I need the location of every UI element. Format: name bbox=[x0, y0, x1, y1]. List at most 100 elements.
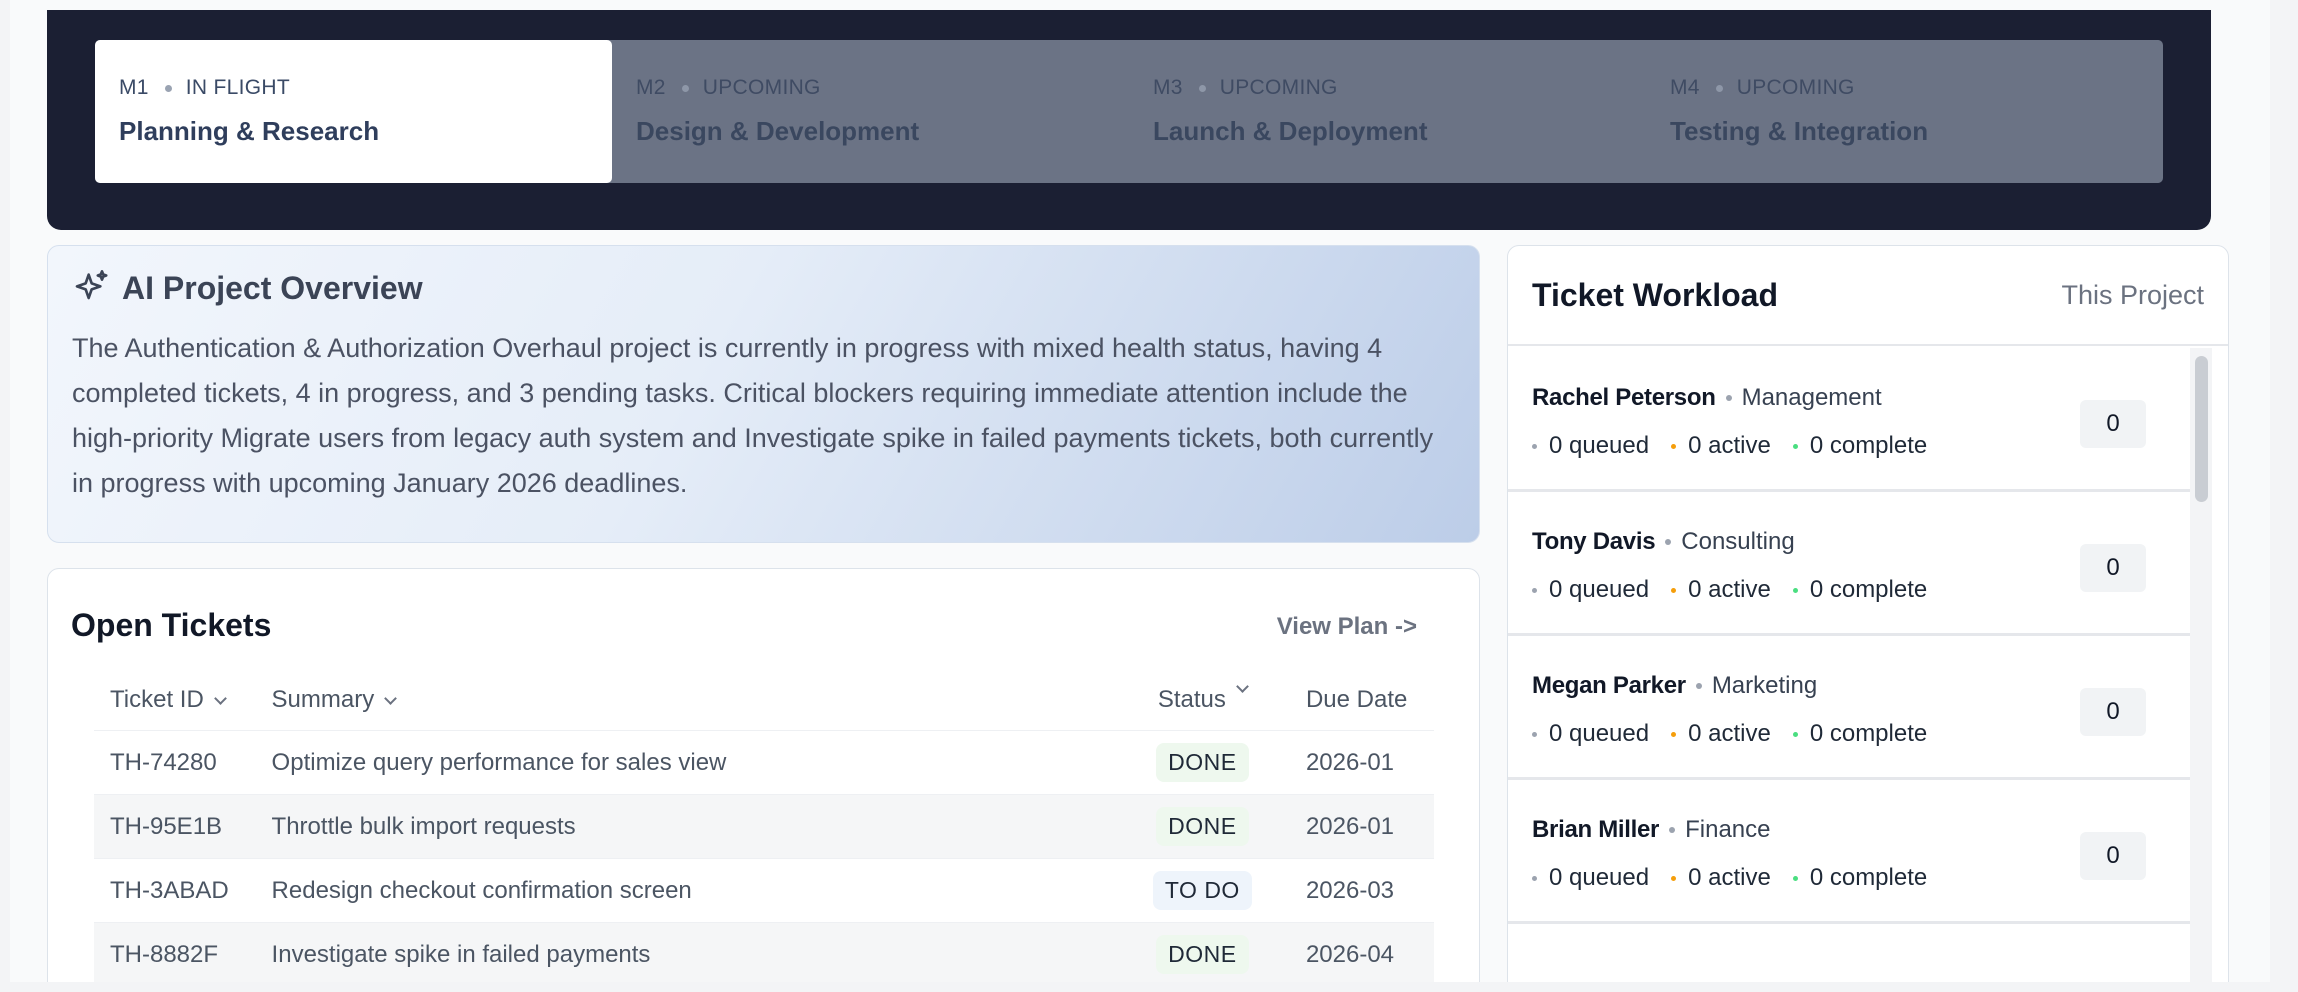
status-badge: DONE bbox=[1156, 743, 1249, 782]
person-department: Finance bbox=[1685, 816, 1771, 843]
stat-label: 0 complete bbox=[1809, 576, 1928, 603]
milestone-tab-m1[interactable]: M1 IN FLIGHT Planning & Research bbox=[95, 40, 612, 183]
person-header: Rachel Peterson Management bbox=[1532, 384, 2166, 412]
column-label: Due Date bbox=[1305, 685, 1408, 713]
list-item[interactable]: Megan Parker Marketing 0 queued 0 active… bbox=[1508, 636, 2190, 780]
ticket-id: TH-8882F bbox=[110, 940, 219, 968]
person-stats: 0 queued 0 active 0 complete bbox=[1532, 720, 2166, 748]
ticket-count-badge: 0 bbox=[2080, 544, 2146, 592]
ticket-due-date: 2026-01 bbox=[1305, 748, 1395, 776]
table-header-row: Ticket ID Summary Status Due Date bbox=[94, 669, 1434, 731]
chevron-down-icon bbox=[1236, 679, 1249, 693]
milestone-title: Design & Development bbox=[636, 116, 920, 146]
separator-dot bbox=[1198, 84, 1206, 92]
view-plan-link[interactable]: View Plan -> bbox=[1277, 613, 1417, 641]
table-row[interactable]: TH-74280 Optimize query performance for … bbox=[94, 731, 1434, 795]
column-label: Ticket ID bbox=[110, 685, 204, 713]
list-item[interactable]: Brian Miller Finance 0 queued 0 active 0… bbox=[1508, 780, 2190, 924]
table-row[interactable]: TH-95E1B Throttle bulk import requests D… bbox=[94, 795, 1434, 859]
milestone-banner: M1 IN FLIGHT Planning & Research M2 UPCO… bbox=[47, 10, 2211, 230]
separator-dot bbox=[1715, 84, 1723, 92]
column-header-summary[interactable]: Summary bbox=[272, 686, 1109, 714]
open-tickets-title: Open Tickets bbox=[71, 607, 272, 643]
status-cell: TO DO bbox=[1109, 871, 1296, 910]
ai-overview-title: AI Project Overview bbox=[122, 269, 423, 306]
ticket-due-date: 2026-04 bbox=[1305, 940, 1395, 968]
person-header: Megan Parker Marketing bbox=[1532, 672, 2166, 700]
tickets-table: Ticket ID Summary Status Due Date TH-742… bbox=[94, 669, 1434, 982]
ticket-count-badge: 0 bbox=[2080, 832, 2146, 880]
queued-stat: 0 queued bbox=[1532, 432, 1649, 460]
ai-overview-header: AI Project Overview bbox=[72, 268, 1455, 308]
active-stat: 0 active bbox=[1671, 432, 1771, 460]
separator-dot bbox=[1669, 827, 1676, 833]
app-frame: M1 IN FLIGHT Planning & Research M2 UPCO… bbox=[10, 0, 2270, 982]
complete-dot-icon bbox=[1792, 875, 1798, 881]
milestone-title: Testing & Integration bbox=[1670, 116, 1929, 146]
active-dot-icon bbox=[1671, 587, 1677, 593]
scrollbar-thumb[interactable] bbox=[2195, 356, 2208, 502]
person-name: Rachel Peterson bbox=[1532, 384, 1716, 411]
stat-label: 0 active bbox=[1688, 576, 1771, 603]
workload-header: Ticket Workload This Project bbox=[1508, 246, 2228, 346]
status-badge: TO DO bbox=[1152, 871, 1252, 910]
active-dot-icon bbox=[1671, 443, 1677, 449]
separator-dot bbox=[1725, 395, 1732, 401]
ticket-id: TH-95E1B bbox=[110, 812, 223, 840]
stat-label: 0 active bbox=[1688, 432, 1771, 459]
person-stats: 0 queued 0 active 0 complete bbox=[1532, 864, 2166, 892]
milestone-tab-m3[interactable]: M3 UPCOMING Launch & Deployment bbox=[1129, 40, 1646, 183]
column-label: Status bbox=[1157, 685, 1226, 713]
column-header-due-date[interactable]: Due Date bbox=[1296, 686, 1434, 714]
person-header: Brian Miller Finance bbox=[1532, 816, 2166, 844]
complete-stat: 0 complete bbox=[1792, 864, 1928, 892]
list-item[interactable]: Tony Davis Consulting 0 queued 0 active … bbox=[1508, 492, 2190, 636]
person-stats: 0 queued 0 active 0 complete bbox=[1532, 432, 2166, 460]
workload-list: Rachel Peterson Management 0 queued 0 ac… bbox=[1508, 348, 2190, 924]
ticket-due-date: 2026-03 bbox=[1305, 876, 1395, 904]
complete-stat: 0 complete bbox=[1792, 720, 1928, 748]
status-cell: DONE bbox=[1109, 807, 1296, 846]
ticket-id: TH-3ABAD bbox=[110, 876, 229, 904]
queued-dot-icon bbox=[1532, 443, 1537, 449]
ticket-id: TH-74280 bbox=[110, 748, 217, 776]
ticket-workload-card: Ticket Workload This Project Rachel Pete… bbox=[1507, 245, 2229, 982]
table-row[interactable]: TH-3ABAD Redesign checkout confirmation … bbox=[94, 859, 1434, 923]
queued-dot-icon bbox=[1532, 875, 1537, 881]
chevron-down-icon bbox=[213, 691, 227, 705]
list-item[interactable]: Rachel Peterson Management 0 queued 0 ac… bbox=[1508, 348, 2190, 492]
workload-title: Ticket Workload bbox=[1532, 276, 1778, 313]
milestone-status: IN FLIGHT bbox=[185, 76, 290, 99]
queued-dot-icon bbox=[1532, 731, 1537, 737]
complete-dot-icon bbox=[1792, 731, 1798, 737]
complete-stat: 0 complete bbox=[1792, 576, 1928, 604]
person-name: Brian Miller bbox=[1532, 816, 1660, 843]
stat-label: 0 complete bbox=[1809, 864, 1928, 891]
person-name: Tony Davis bbox=[1532, 528, 1656, 555]
workload-scrollbar[interactable] bbox=[2190, 348, 2212, 982]
person-header: Tony Davis Consulting bbox=[1532, 528, 2166, 556]
separator-dot bbox=[1695, 683, 1702, 689]
table-row[interactable]: TH-8882F Investigate spike in failed pay… bbox=[94, 923, 1434, 982]
milestone-tab-m4[interactable]: M4 UPCOMING Testing & Integration bbox=[1646, 40, 2163, 183]
separator-dot bbox=[1665, 539, 1672, 545]
open-tickets-card: Open Tickets View Plan -> Ticket ID Summ… bbox=[47, 568, 1480, 982]
column-header-status[interactable]: Status bbox=[1109, 679, 1296, 714]
milestone-status: UPCOMING bbox=[1736, 76, 1855, 99]
ticket-summary: Investigate spike in failed payments bbox=[271, 940, 651, 968]
complete-stat: 0 complete bbox=[1792, 432, 1927, 460]
status-cell: DONE bbox=[1109, 743, 1296, 782]
milestone-meta: M1 IN FLIGHT bbox=[119, 76, 588, 100]
milestone-title: Launch & Deployment bbox=[1153, 116, 1428, 146]
stat-label: 0 queued bbox=[1549, 432, 1650, 459]
milestone-tab-m2[interactable]: M2 UPCOMING Design & Development bbox=[612, 40, 1129, 183]
queued-stat: 0 queued bbox=[1532, 864, 1649, 892]
stat-label: 0 active bbox=[1688, 720, 1771, 747]
milestone-meta: M4 UPCOMING bbox=[1670, 76, 2139, 100]
milestone-title: Planning & Research bbox=[119, 116, 380, 146]
ticket-count-badge: 0 bbox=[2080, 688, 2146, 736]
column-header-ticket-id[interactable]: Ticket ID bbox=[94, 686, 272, 714]
workload-scope[interactable]: This Project bbox=[2061, 280, 2204, 311]
stat-label: 0 complete bbox=[1809, 720, 1928, 747]
ticket-count-badge: 0 bbox=[2080, 400, 2146, 448]
